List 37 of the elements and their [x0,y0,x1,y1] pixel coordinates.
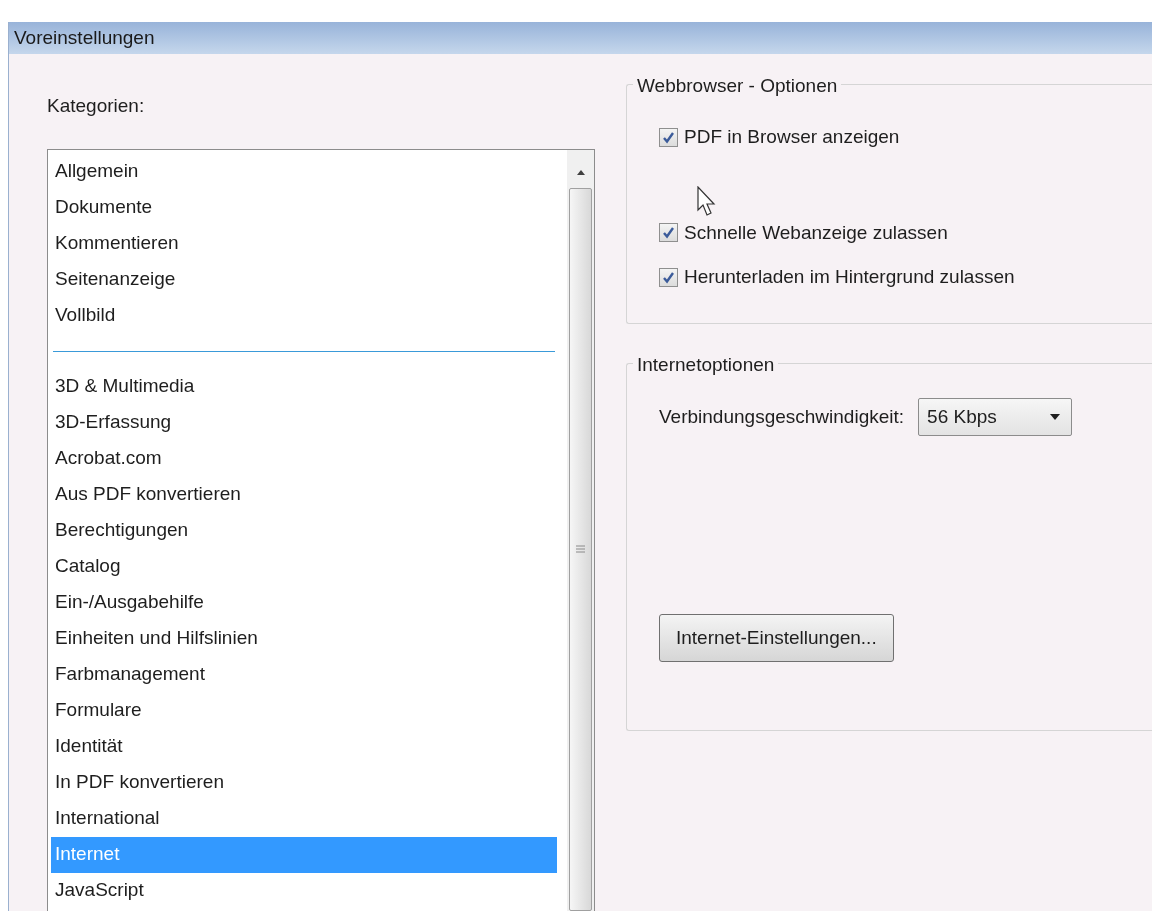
checkbox[interactable] [659,127,678,147]
category-item[interactable]: Identität [51,728,557,765]
category-item[interactable]: Einheiten und Hilfslinien [51,620,557,657]
category-item[interactable]: Vollbild [51,297,557,334]
category-item[interactable]: 3D & Multimedia [51,368,557,405]
checkmark-icon [662,130,675,144]
category-item[interactable]: Acrobat.com [51,440,557,477]
checkbox-option[interactable]: Schnelle Webanzeige zulassen [659,218,1152,247]
category-item[interactable]: Farbmanagement [51,656,557,693]
dropdown-caret-icon [1049,413,1062,421]
grip-icon [576,545,585,554]
checkmark-icon [662,226,675,240]
scrollbar[interactable] [567,149,594,911]
category-item[interactable]: Allgemein [51,153,557,190]
category-item[interactable]: Dokumente [51,189,557,226]
category-item[interactable]: 3D-Erfassung [51,404,557,441]
category-item[interactable]: Formulare [51,692,557,729]
checkmark-icon [662,270,675,284]
category-item[interactable]: Catalog [51,548,557,585]
category-item[interactable]: Ein-/Ausgabehilfe [51,584,557,621]
category-item[interactable]: Seitenanzeige [51,261,557,298]
speed-label: Verbindungsgeschwindigkeit: [659,404,905,429]
checkbox-option[interactable]: PDF in Browser anzeigen [659,123,1152,152]
category-item[interactable]: Kommentieren [51,225,557,262]
category-item[interactable]: JavaScript [51,872,557,909]
window-title: Voreinstellungen [14,25,155,50]
category-item[interactable]: International [51,800,557,837]
category-item[interactable]: Aus PDF konvertieren [51,476,557,513]
internet-settings-button[interactable]: Internet-Einstellungen... [659,614,894,662]
category-item[interactable]: Berechtigungen [51,512,557,549]
checkbox[interactable] [659,267,678,287]
speed-dropdown[interactable]: 56 Kbps [918,398,1073,436]
categories-label: Kategorien: [47,94,146,118]
checkbox-option[interactable]: Herunterladen im Hintergrund zulassen [659,263,1152,292]
checkbox[interactable] [659,223,678,243]
scroll-thumb[interactable] [569,187,592,911]
category-item[interactable]: In PDF konvertieren [51,764,557,801]
